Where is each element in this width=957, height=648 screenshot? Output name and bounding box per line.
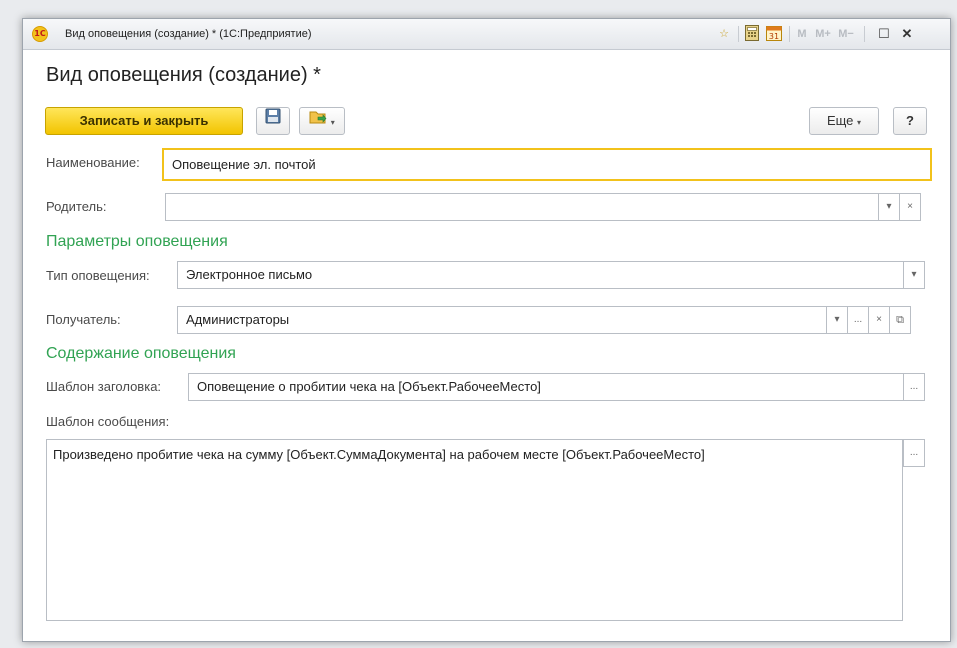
create-based-on-button[interactable]: ▾ [299, 107, 345, 135]
m-minus-icon[interactable]: M− [836, 25, 856, 43]
subject-template-select-button[interactable]: ... [903, 373, 925, 401]
form-window: 1С Вид оповещения (создание) * (1С:Предп… [22, 18, 951, 642]
floppy-disk-icon [265, 107, 281, 133]
notification-type-dropdown-button[interactable]: ▾ [903, 261, 925, 289]
calendar-day: 31 [769, 32, 779, 41]
recipient-select-button[interactable]: ... [847, 306, 869, 334]
section-title-content: Содержание оповещения [46, 345, 236, 362]
app-logo-icon[interactable]: 1С [32, 26, 48, 42]
subject-template-field[interactable]: Оповещение о пробитии чека на [Объект.Ра… [188, 373, 904, 401]
recipient-dropdown-button[interactable]: ▾ [826, 306, 848, 334]
calendar-icon[interactable]: 31 [765, 25, 783, 43]
window-title: Вид оповещения (создание) * (1С:Предприя… [65, 28, 312, 40]
notification-type-label: Тип оповещения: [46, 268, 150, 283]
open-icon[interactable]: ⧉ [889, 306, 911, 334]
star-icon[interactable]: ☆ [715, 25, 733, 43]
recipient-clear-button[interactable]: × [868, 306, 890, 334]
name-field[interactable]: Оповещение эл. почтой [162, 148, 932, 181]
message-template-select-button[interactable]: ... [903, 439, 925, 467]
save-and-close-button[interactable]: Записать и закрыть [45, 107, 243, 135]
close-icon[interactable]: ✕ [898, 25, 916, 43]
save-button[interactable] [256, 107, 290, 135]
message-template-field[interactable]: Произведено пробитие чека на сумму [Объе… [46, 439, 903, 621]
chevron-down-icon: ▾ [330, 118, 335, 127]
notification-type-field[interactable]: Электронное письмо [177, 261, 904, 289]
divider [789, 26, 790, 42]
recipient-label: Получатель: [46, 312, 121, 327]
parent-clear-button[interactable]: × [899, 193, 921, 221]
chevron-down-icon: ▾ [857, 118, 862, 127]
maximize-icon[interactable]: ☐ [875, 25, 893, 43]
section-title-parameters: Параметры оповещения [46, 233, 228, 250]
divider [738, 26, 739, 42]
more-button[interactable]: Еще ▾ [809, 107, 879, 135]
m-plus-icon[interactable]: M+ [813, 25, 833, 43]
calculator-icon[interactable] [743, 25, 761, 43]
more-label: Еще [826, 113, 854, 128]
page-title: Вид оповещения (создание) * [46, 64, 321, 86]
parent-field[interactable] [165, 193, 879, 221]
m-icon[interactable]: M [795, 25, 809, 43]
title-bar: 1С Вид оповещения (создание) * (1С:Предп… [23, 19, 950, 50]
subject-template-label: Шаблон заголовка: [46, 379, 162, 394]
create-based-on-icon [309, 107, 327, 133]
message-template-label: Шаблон сообщения: [46, 414, 170, 429]
divider [864, 26, 865, 42]
parent-dropdown-button[interactable]: ▾ [878, 193, 900, 221]
help-button[interactable]: ? [893, 107, 927, 135]
name-label: Наименование: [46, 155, 140, 170]
parent-label: Родитель: [46, 199, 107, 214]
recipient-field[interactable]: Администраторы [177, 306, 827, 334]
